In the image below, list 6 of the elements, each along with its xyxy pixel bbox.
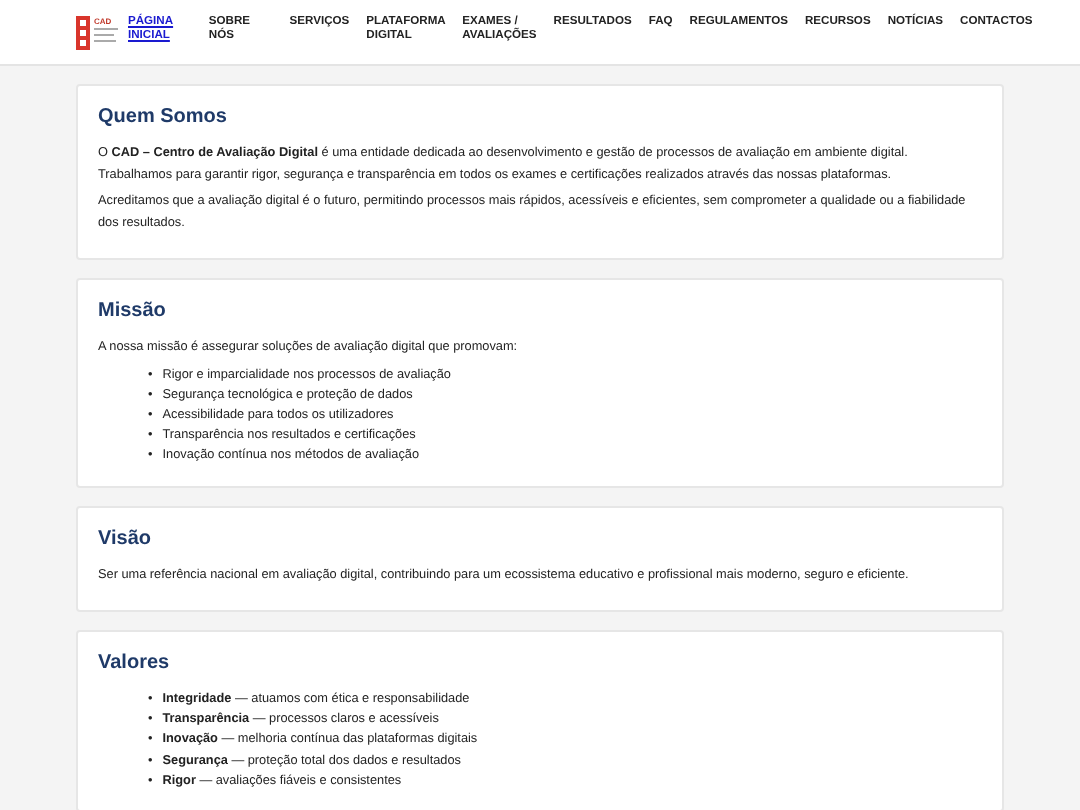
section-title: Valores (98, 650, 172, 677)
section-title: Missão (98, 298, 168, 324)
logo-icon (76, 16, 90, 50)
logo-tagline-icon (94, 28, 118, 46)
section-title: Visão (98, 525, 153, 552)
section-title: Quem Somos (98, 104, 229, 130)
